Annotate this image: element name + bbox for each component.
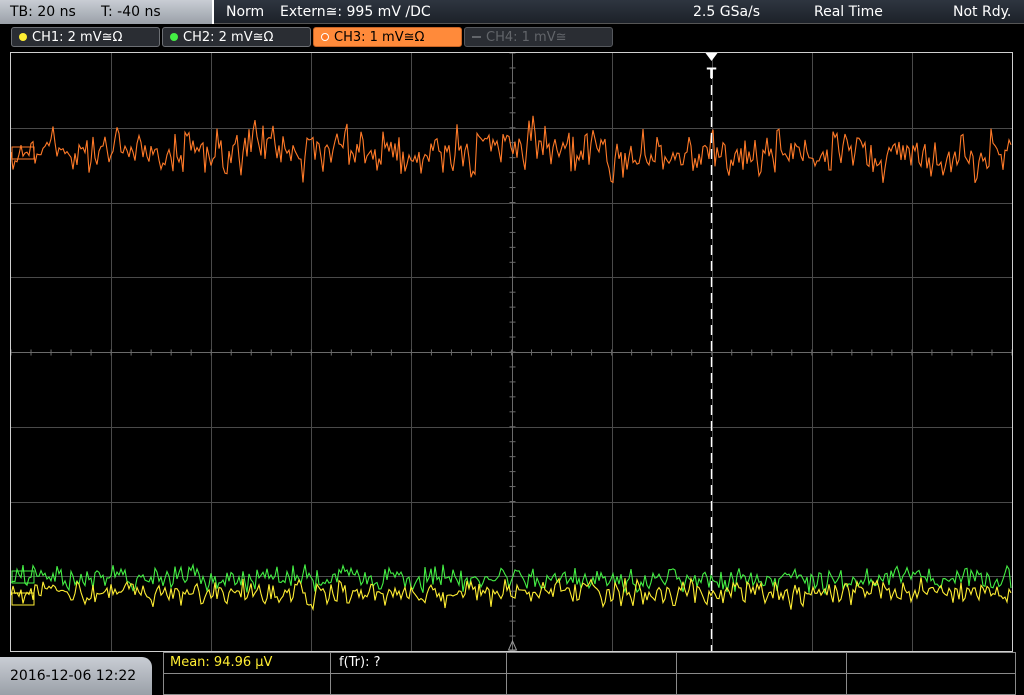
ch3-ground-marker-icon <box>11 146 35 160</box>
acquisition-mode-label[interactable]: Real Time <box>814 0 883 24</box>
trigger-mode-label[interactable]: Norm <box>226 0 264 24</box>
trigger-marker-label: T <box>707 66 717 82</box>
ch1-indicator-icon <box>19 33 27 41</box>
ch2-trace <box>11 563 1012 596</box>
datetime-label: 2016-12-06 12:22 <box>10 668 137 684</box>
waveform-display[interactable]: T <box>10 52 1013 652</box>
measurement-table[interactable]: Mean: 94.96 μV f(Tr): ? <box>163 652 1016 695</box>
datetime-box: 2016-12-06 12:22 <box>0 657 152 695</box>
trigger-position-icon <box>705 53 718 61</box>
status-bar: TB: 20 ns T: -40 ns Norm Extern≅: 995 mV… <box>0 0 1024 24</box>
channel-tabs: CH1: 2 mV≅Ω CH2: 2 mV≅Ω CH3: 1 mV≅Ω CH4:… <box>0 25 1024 49</box>
mean-measurement: Mean: 94.96 μV <box>170 655 273 670</box>
measurement-col-divider <box>330 653 331 694</box>
measurement-col-divider <box>846 653 847 694</box>
sample-rate-label: 2.5 GSa/s <box>693 4 761 20</box>
measurement-col-divider <box>506 653 507 694</box>
channel-tab-ch2[interactable]: CH2: 2 mV≅Ω <box>162 27 311 47</box>
ch3-indicator-icon <box>321 33 329 41</box>
channel-tab-ch1[interactable]: CH1: 2 mV≅Ω <box>11 27 160 47</box>
waveform-canvas: T <box>11 53 1012 651</box>
ch3-label: CH3: 1 mV≅Ω <box>334 30 425 45</box>
ch1-label: CH1: 2 mV≅Ω <box>32 30 123 45</box>
measurement-row-divider <box>164 673 1015 674</box>
trigger-offset-label: T: -40 ns <box>101 4 161 20</box>
ch2-indicator-icon <box>170 33 178 41</box>
channel-tab-ch3[interactable]: CH3: 1 mV≅Ω <box>313 27 462 47</box>
trigger-source-label[interactable]: Extern≅: 995 mV ∕DC <box>280 0 431 24</box>
measurement-col-divider <box>676 653 677 694</box>
timebase-box[interactable]: TB: 20 ns T: -40 ns <box>0 0 214 24</box>
trigger-frequency-measurement: f(Tr): ? <box>339 655 381 670</box>
timebase-label: TB: 20 ns <box>10 4 76 20</box>
ch4-label: CH4: 1 mV≅ <box>486 30 567 45</box>
ch2-label: CH2: 2 mV≅Ω <box>183 30 274 45</box>
bottom-bar: 2016-12-06 12:22 Mean: 94.96 μV f(Tr): ? <box>0 652 1024 695</box>
ch4-indicator-icon <box>472 36 481 38</box>
channel-tab-ch4[interactable]: CH4: 1 mV≅ <box>464 27 613 47</box>
acquisition-status-label: Not Rdy. <box>953 4 1012 20</box>
